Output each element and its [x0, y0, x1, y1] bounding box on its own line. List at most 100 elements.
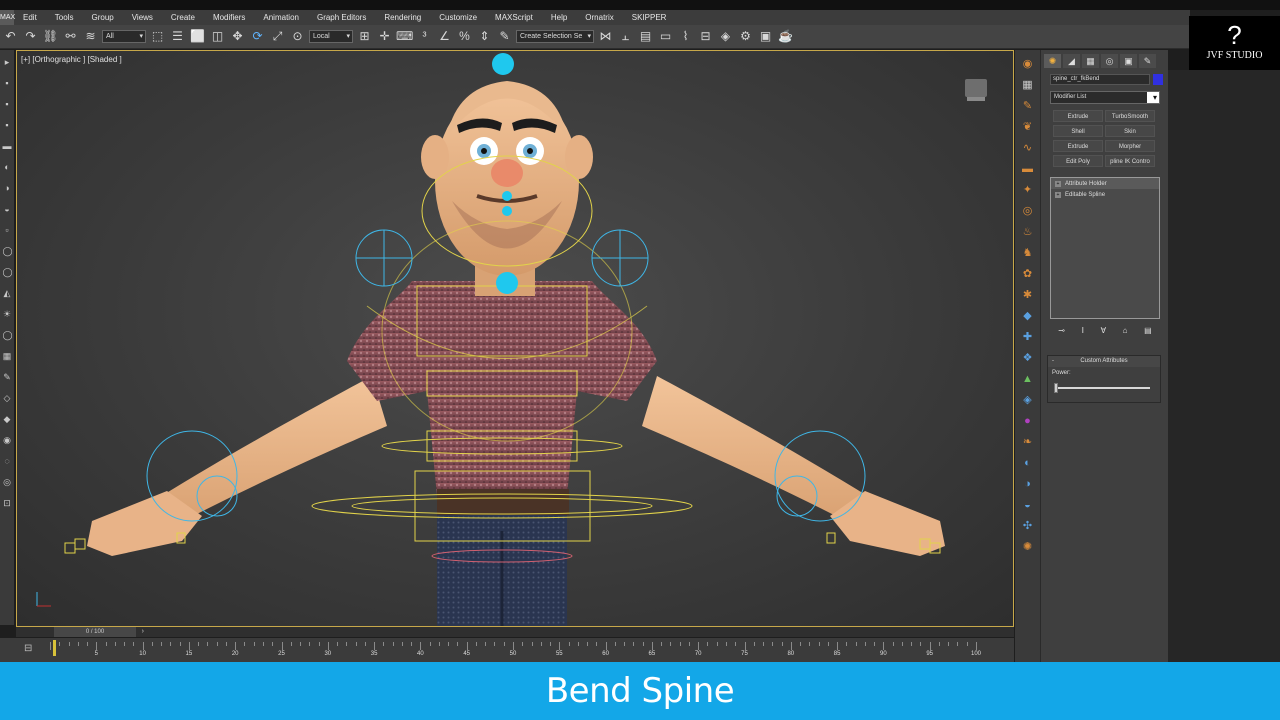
window-crossing-icon[interactable]: ◫: [209, 28, 226, 45]
time-slider[interactable]: 0 / 100 ›: [16, 627, 1014, 637]
tool-icon-22[interactable]: ⊡: [3, 497, 12, 510]
strip-icon-21[interactable]: ◑: [1021, 476, 1035, 492]
time-slider-thumb[interactable]: 0 / 100 ›: [54, 627, 144, 637]
menu-graph-editors[interactable]: Graph Editors: [308, 10, 375, 25]
perspective-viewport[interactable]: [+] [Orthographic ] [Shaded ]: [16, 50, 1014, 627]
strip-icon-6[interactable]: ▬: [1021, 161, 1035, 177]
make-unique-icon[interactable]: ∀: [1101, 326, 1106, 335]
align-icon[interactable]: ⫠: [617, 28, 634, 45]
strip-icon-3[interactable]: ✎: [1021, 98, 1035, 114]
tool-icon-16[interactable]: ✎: [3, 371, 12, 384]
power-slider[interactable]: [1054, 387, 1150, 389]
strip-icon-15[interactable]: ❖: [1021, 350, 1035, 366]
modify-tab-icon[interactable]: ◢: [1063, 54, 1080, 68]
menu-tools[interactable]: Tools: [46, 10, 83, 25]
tool-icon-1[interactable]: ▸: [3, 56, 12, 69]
tool-icon-8[interactable]: ◒: [3, 203, 12, 216]
spinner-snap-icon[interactable]: ⇕: [476, 28, 493, 45]
show-end-result-icon[interactable]: Ⅰ: [1082, 326, 1084, 335]
move-icon[interactable]: ✥: [229, 28, 246, 45]
strip-icon-16[interactable]: ▲: [1021, 371, 1035, 387]
layer-explorer-icon[interactable]: ▤: [637, 28, 654, 45]
selection-filter-dropdown[interactable]: All: [102, 30, 146, 43]
tool-icon-7[interactable]: ◑: [3, 182, 12, 195]
modifier-button[interactable]: Shell: [1053, 125, 1103, 137]
track-bar[interactable]: ⊟ 5 10 15 20 25 30 35 40 45 50 55 60 65 70 75 80 85 90 95 1…: [0, 638, 1014, 662]
remove-modifier-icon[interactable]: ⌂: [1123, 326, 1128, 335]
strip-icon-12[interactable]: ✱: [1021, 287, 1035, 303]
object-name-field[interactable]: spine_ctr_fkBend: [1050, 74, 1150, 85]
tool-icon-6[interactable]: ◐: [3, 161, 12, 174]
snaps-toggle-icon[interactable]: ³: [416, 28, 433, 45]
strip-icon-8[interactable]: ◎: [1021, 203, 1035, 219]
schematic-view-icon[interactable]: ⊟: [697, 28, 714, 45]
display-tab-icon[interactable]: ▣: [1120, 54, 1137, 68]
strip-icon-18[interactable]: ●: [1021, 413, 1035, 429]
create-tab-icon[interactable]: ✺: [1044, 54, 1061, 68]
menu-views[interactable]: Views: [123, 10, 162, 25]
tool-icon-19[interactable]: ◉: [3, 434, 12, 447]
unlink-icon[interactable]: ⚯: [62, 28, 79, 45]
toggle-ribbon-icon[interactable]: ▭: [657, 28, 674, 45]
menu-edit[interactable]: Edit: [14, 10, 46, 25]
expand-icon[interactable]: +: [1055, 191, 1061, 198]
select-object-icon[interactable]: ⬚: [149, 28, 166, 45]
redo-icon[interactable]: ↷: [22, 28, 39, 45]
menu-animation[interactable]: Animation: [254, 10, 308, 25]
menu-skipper[interactable]: SKIPPER: [623, 10, 676, 25]
menu-rendering[interactable]: Rendering: [375, 10, 430, 25]
menu-modifiers[interactable]: Modifiers: [204, 10, 254, 25]
utilities-tab-icon[interactable]: ✎: [1139, 54, 1156, 68]
configure-sets-icon[interactable]: ▤: [1144, 326, 1152, 335]
link-icon[interactable]: ⛓: [42, 28, 59, 45]
modifier-button[interactable]: Extrude: [1053, 140, 1103, 152]
strip-icon-7[interactable]: ✦: [1021, 182, 1035, 198]
rect-selection-icon[interactable]: ⬜: [189, 28, 206, 45]
stack-item[interactable]: + Attribute Holder: [1051, 178, 1159, 189]
tool-icon-11[interactable]: ◯: [3, 266, 13, 279]
rotate-icon[interactable]: ⟳: [249, 28, 266, 45]
tool-icon-12[interactable]: ◭: [3, 287, 12, 300]
strip-icon-13[interactable]: ◆: [1021, 308, 1035, 324]
menu-group[interactable]: Group: [82, 10, 122, 25]
strip-icon-22[interactable]: ◒: [1021, 497, 1035, 513]
modifier-button[interactable]: Extrude: [1053, 110, 1103, 122]
strip-icon-2[interactable]: ▦: [1021, 77, 1035, 93]
custom-attributes-title[interactable]: Custom Attributes: [1048, 356, 1160, 367]
frame-ruler[interactable]: 5 10 15 20 25 30 35 40 45 50 55 60 65 70 75 80 85 90 95 100: [50, 642, 986, 659]
modifier-button[interactable]: Skin: [1105, 125, 1155, 137]
select-manipulate-icon[interactable]: ✛: [376, 28, 393, 45]
place-icon[interactable]: ⊙: [289, 28, 306, 45]
next-frame-icon[interactable]: ›: [142, 627, 144, 637]
strip-icon-10[interactable]: ♞: [1021, 245, 1035, 261]
pivot-center-icon[interactable]: ⊞: [356, 28, 373, 45]
menu-ornatrix[interactable]: Ornatrix: [576, 10, 622, 25]
modifier-button[interactable]: Edit Poly: [1053, 155, 1103, 167]
tool-icon-2[interactable]: ▪: [3, 77, 12, 90]
undo-icon[interactable]: ↶: [2, 28, 19, 45]
modifier-list-dropdown[interactable]: Modifier List: [1050, 91, 1160, 104]
stack-item[interactable]: + Editable Spline: [1051, 189, 1159, 200]
tool-icon-18[interactable]: ◆: [3, 413, 12, 426]
curve-editor-icon[interactable]: ⌇: [677, 28, 694, 45]
strip-icon-9[interactable]: ♨: [1021, 224, 1035, 240]
strip-icon-5[interactable]: ∿: [1021, 140, 1035, 156]
tool-icon-9[interactable]: ▫: [3, 224, 12, 237]
tool-icon-3[interactable]: ▪: [3, 98, 12, 111]
material-editor-icon[interactable]: ◈: [717, 28, 734, 45]
strip-icon-24[interactable]: ✺: [1021, 539, 1035, 555]
tool-icon-20[interactable]: ◌: [3, 455, 12, 468]
strip-icon-1[interactable]: ◉: [1021, 56, 1035, 72]
tool-icon-5[interactable]: ▬: [3, 140, 12, 153]
render-production-icon[interactable]: ☕: [777, 28, 794, 45]
bind-spacewarp-icon[interactable]: ≋: [82, 28, 99, 45]
object-color-swatch[interactable]: [1153, 74, 1163, 85]
strip-icon-11[interactable]: ✿: [1021, 266, 1035, 282]
app-menu-button[interactable]: MAX: [0, 10, 15, 25]
edit-named-selection-icon[interactable]: ✎: [496, 28, 513, 45]
hierarchy-tab-icon[interactable]: ▦: [1082, 54, 1099, 68]
strip-icon-14[interactable]: ✚: [1021, 329, 1035, 345]
pin-stack-icon[interactable]: ⊸: [1058, 326, 1065, 335]
modifier-button[interactable]: pline IK Contro: [1105, 155, 1155, 167]
select-by-name-icon[interactable]: ☰: [169, 28, 186, 45]
